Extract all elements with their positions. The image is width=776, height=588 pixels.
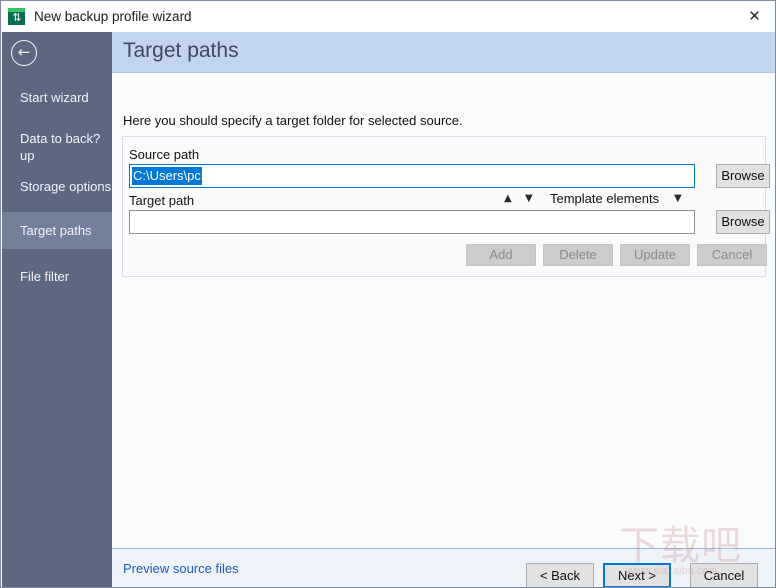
- page-header-banner: Target paths: [112, 32, 775, 73]
- paths-group-panel: Source path C:\Users\pc Browse Target pa…: [122, 136, 770, 277]
- title-bar: ⇅ New backup profile wizard ✕: [1, 1, 775, 32]
- source-path-label: Source path: [129, 147, 200, 162]
- cancel-button[interactable]: Cancel: [690, 563, 758, 587]
- sidebar-item-data-to-backup[interactable]: Data to back?up: [2, 123, 112, 171]
- spin-down-icon[interactable]: ▼: [525, 192, 533, 206]
- back-arrow-icon[interactable]: ←: [11, 40, 37, 66]
- cancel-entry-button[interactable]: Cancel: [697, 244, 767, 266]
- sidebar-item-storage-options[interactable]: Storage options: [2, 171, 112, 202]
- back-button[interactable]: < Back: [526, 563, 594, 587]
- delete-button[interactable]: Delete: [543, 244, 613, 266]
- source-path-selected-text: C:\Users\pc: [132, 167, 202, 185]
- close-icon[interactable]: ✕: [732, 1, 775, 31]
- footer-bar: Preview source files < Back Next > Cance…: [112, 548, 775, 587]
- spin-up-icon[interactable]: ▲: [504, 192, 512, 206]
- target-browse-button[interactable]: Browse: [716, 210, 770, 234]
- add-button[interactable]: Add: [466, 244, 536, 266]
- sidebar-nav: Start wizard Data to back?up Storage opt…: [2, 82, 112, 292]
- update-button[interactable]: Update: [620, 244, 690, 266]
- template-elements-label[interactable]: Template elements: [550, 191, 659, 206]
- target-path-input[interactable]: [129, 210, 695, 234]
- app-icon-arrows-glyph: ⇅: [12, 11, 21, 24]
- preview-source-files-link[interactable]: Preview source files: [123, 561, 239, 576]
- chevron-down-icon[interactable]: ▼: [674, 192, 682, 206]
- wizard-window: ⇅ New backup profile wizard ✕ ← Start wi…: [0, 0, 776, 588]
- source-browse-button[interactable]: Browse: [716, 164, 770, 188]
- page-subtitle: Here you should specify a target folder …: [123, 113, 463, 128]
- sidebar-item-start-wizard[interactable]: Start wizard: [2, 82, 112, 113]
- target-path-label: Target path: [129, 193, 195, 208]
- content-area: Target paths Here you should specify a t…: [112, 32, 775, 587]
- sidebar-item-target-paths[interactable]: Target paths: [2, 212, 112, 249]
- source-path-input[interactable]: C:\Users\pc: [129, 164, 695, 188]
- page-title: Target paths: [123, 39, 239, 62]
- next-button[interactable]: Next >: [603, 563, 671, 587]
- backup-arrows-icon: ⇅: [8, 8, 25, 25]
- sidebar-item-file-filter[interactable]: File filter: [2, 261, 112, 292]
- sidebar: ← Start wizard Data to back?up Storage o…: [2, 32, 112, 587]
- window-title: New backup profile wizard: [34, 9, 192, 24]
